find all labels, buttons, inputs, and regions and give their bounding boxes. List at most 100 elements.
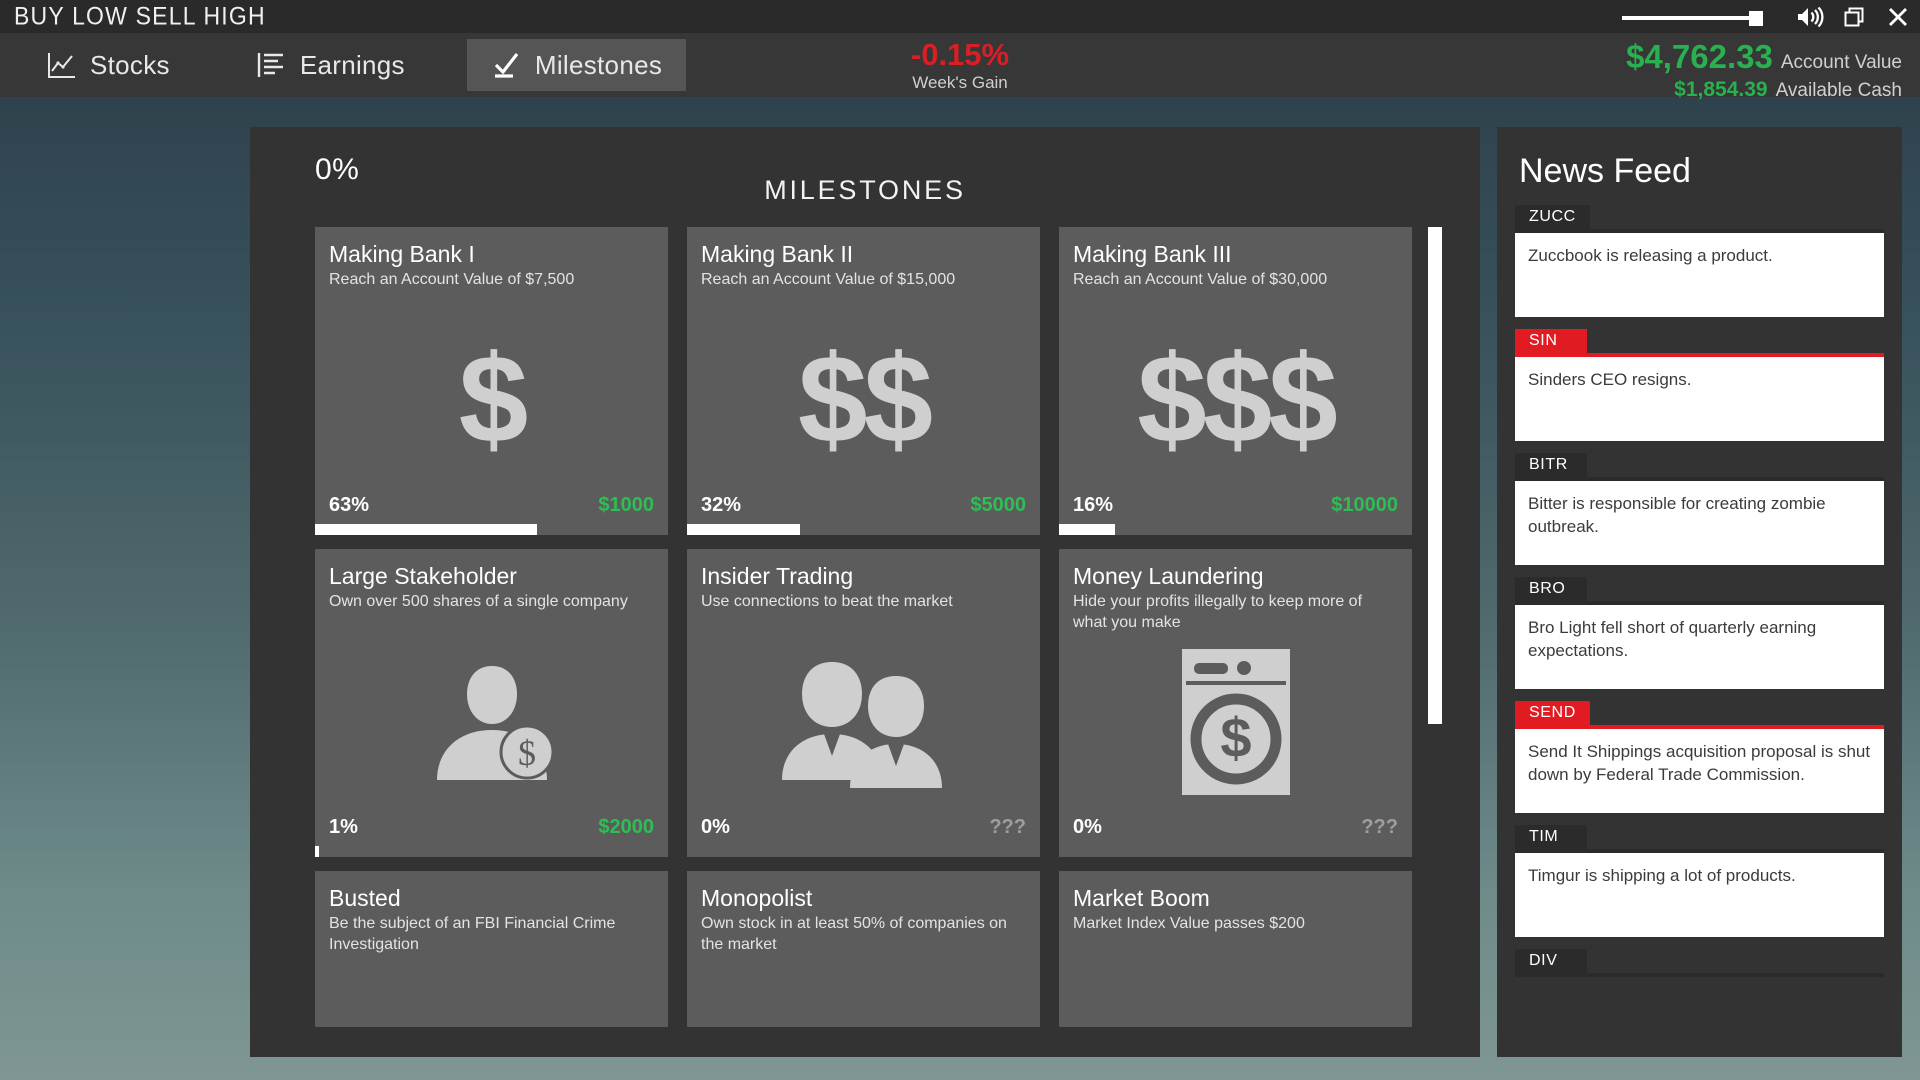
window-controls [1622,0,1920,33]
milestone-progress-bar-fill [687,524,800,535]
list-lines-icon [256,50,286,80]
milestone-footer: 32% $5000 [701,494,1026,517]
milestone-percent: 32% [701,494,742,516]
monopoly-man-icon [789,1025,939,1028]
milestone-title: Making Bank I [329,241,475,267]
speaker-volume-icon[interactable] [1788,0,1832,33]
close-window-icon[interactable] [1876,0,1920,33]
milestone-description: Be the subject of an FBI Financial Crime… [329,915,616,953]
milestone-title: Insider Trading [701,563,854,589]
milestone-title: Money Laundering [1073,563,1264,589]
checkmark-icon [491,50,521,80]
milestone-title: Making Bank III [1073,241,1232,267]
milestone-artwork [687,951,1040,1027]
milestone-footer: 0%??? [1073,816,1398,839]
milestone-card[interactable]: Making Bank II Reach an Account Value of … [687,227,1040,535]
milestone-progress-bar [1059,524,1412,535]
news-item[interactable]: TIM Timgur is shipping a lot of products. [1515,825,1884,937]
milestone-percent: 16% [1073,494,1114,516]
milestone-card[interactable]: Making Bank I Reach an Account Value of $… [315,227,668,535]
news-item[interactable]: BITR Bitter is responsible for creating z… [1515,453,1884,565]
tab-earnings-label: Earnings [299,49,405,80]
washing-machine-dollar-icon: $ [1180,647,1292,797]
news-ticker-badge: DIV [1515,949,1587,974]
news-ticker-badge: BRO [1515,577,1587,602]
news-feed-list: ZUCC Zuccbook is releasing a product. SIN S… [1515,205,1884,977]
available-cash: $1,854.39 [1674,78,1768,101]
volume-slider[interactable] [1622,7,1776,27]
tab-milestones[interactable]: Milestones [466,39,687,91]
milestone-footer: 0%??? [701,816,1026,839]
volume-slider-knob[interactable] [1749,10,1763,26]
milestone-description: Reach an Account Value of $30,000 [1073,271,1328,288]
news-item-text: Sinders CEO resigns. [1515,357,1884,441]
milestone-artwork: $$ [687,307,1040,492]
nav-tab-list: Stocks Earnings Milestones [0,33,687,97]
milestone-progress-bar [315,846,668,857]
milestone-card[interactable]: Large Stakeholder Own over 500 shares of … [315,549,668,857]
milestone-card[interactable]: Monopolist Own stock in at least 50% of c… [687,871,1040,1027]
triple-dollar-sign-icon: $$$ [1137,330,1338,469]
volume-slider-track[interactable] [1622,15,1762,20]
news-item[interactable]: DIV [1515,949,1884,977]
tab-stocks-label: Stocks [90,49,170,80]
milestone-artwork [687,629,1040,814]
news-item-text: Bitter is responsible for creating zombi… [1515,481,1884,565]
svg-text:$: $ [518,733,536,773]
milestone-description: Use connections to beat the market [701,593,953,610]
milestone-percent: 0% [701,816,730,838]
milestone-reward: ??? [989,816,1026,838]
news-ticker-badge: SIN [1515,329,1587,354]
news-item[interactable]: BRO Bro Light fell short of quarterly ear… [1515,577,1884,689]
milestone-footer: 16% $10000 [1073,494,1398,517]
news-item-text: Timgur is shipping a lot of products. [1515,853,1884,937]
account-value-row: $4,762.33 Account Value [1626,38,1902,76]
news-item[interactable]: SEND Send It Shippings acquisition propos… [1515,701,1884,813]
milestone-artwork: $$$ [1059,307,1412,492]
news-item-text: Bro Light fell short of quarterly earnin… [1515,605,1884,689]
milestones-scroll-area[interactable]: Making Bank I Reach an Account Value of $… [315,227,1475,1027]
milestones-scrollbar[interactable] [1428,227,1442,1027]
milestone-card[interactable]: Insider Trading Use connections to beat t… [687,549,1040,857]
milestone-card[interactable]: Busted Be the subject of an FBI Financial… [315,871,668,1027]
milestone-title: Making Bank II [701,241,854,267]
milestone-reward: ??? [1361,816,1398,838]
person-with-coin-icon: $ [417,652,567,792]
milestone-artwork: $ [315,629,668,814]
milestone-percent: 0% [1073,816,1102,838]
milestone-percent: 1% [329,816,358,838]
double-dollar-sign-icon: $$ [797,330,933,469]
svg-text:$: $ [1220,706,1251,769]
page-title: MILESTONES [764,175,966,205]
milestone-progress-bar [687,524,1040,535]
milestones-panel: 0% MILESTONES Making Bank I Reach an Acco… [250,127,1480,1057]
restore-window-icon[interactable] [1832,0,1876,33]
milestone-artwork: $ [1059,629,1412,814]
news-ticker-badge: BITR [1515,453,1587,478]
milestone-progress-bar-fill [315,846,319,857]
account-value: $4,762.33 [1626,38,1773,75]
news-item[interactable]: ZUCC Zuccbook is releasing a product. [1515,205,1884,317]
milestone-title: Monopolist [701,885,813,911]
milestone-card[interactable]: Making Bank III Reach an Account Value of… [1059,227,1412,535]
milestone-reward: $5000 [970,494,1026,516]
milestones-scrollbar-thumb[interactable] [1428,227,1442,724]
milestone-card[interactable]: Money Laundering Hide your profits illega… [1059,549,1412,857]
tab-earnings[interactable]: Earnings [232,39,429,91]
milestone-description: Hide your profits illegally to keep more… [1073,593,1363,631]
account-value-label: Account Value [1780,52,1902,73]
milestone-description: Own stock in at least 50% of companies o… [701,915,1007,953]
milestone-artwork [1059,951,1412,1027]
news-feed-title: News Feed [1519,152,1691,190]
milestone-progress-bar [315,524,668,535]
milestone-reward: $2000 [598,816,654,838]
news-item[interactable]: SIN Sinders CEO resigns. [1515,329,1884,441]
milestone-progress-bar-fill [1059,524,1116,535]
milestone-description: Own over 500 shares of a single company [329,593,628,610]
milestone-description: Reach an Account Value of $7,500 [329,271,575,288]
milestone-card[interactable]: Market Boom Market Index Value passes $20… [1059,871,1412,1027]
milestone-footer: 1% $2000 [329,816,654,839]
milestone-reward: $10000 [1331,494,1398,516]
tab-stocks[interactable]: Stocks [22,39,194,91]
news-ticker-badge: SEND [1515,701,1590,726]
